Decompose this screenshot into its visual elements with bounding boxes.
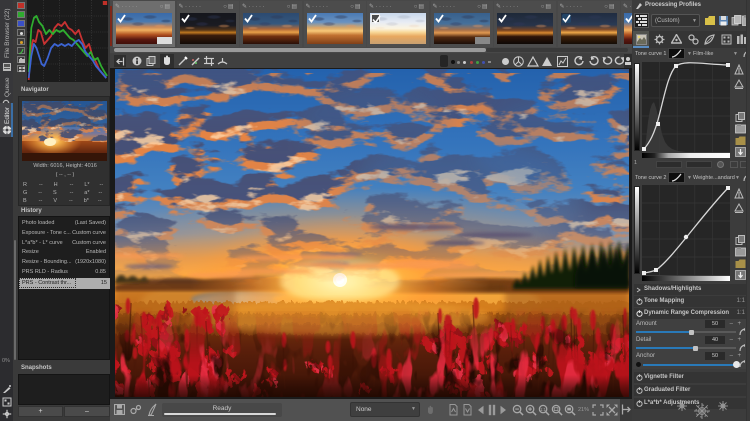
- svg-text:1:1: 1:1: [540, 407, 546, 412]
